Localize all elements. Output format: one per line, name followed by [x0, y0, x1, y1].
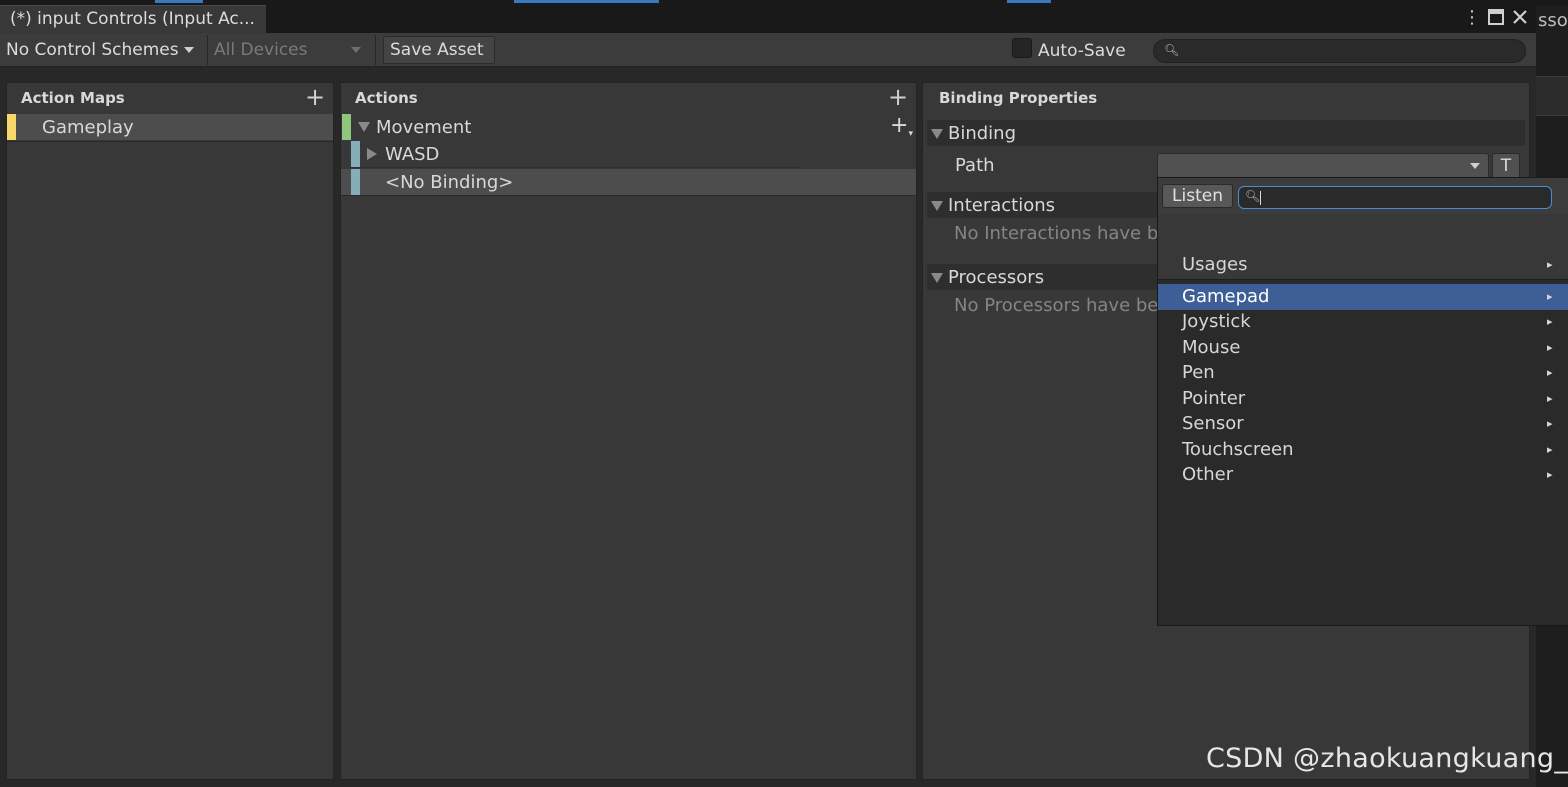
- action-maps-panel: Action Maps + Gameplay: [6, 82, 334, 780]
- row-divider: [351, 167, 801, 168]
- action-map-item-gameplay[interactable]: Gameplay: [7, 114, 333, 140]
- popup-item-label: Joystick: [1182, 311, 1251, 332]
- popup-item-label: Pointer: [1182, 388, 1246, 409]
- binding-label: WASD: [385, 144, 440, 165]
- chevron-down-icon: [1470, 163, 1480, 169]
- interactions-section-label: Interactions: [948, 195, 1056, 216]
- toolbar-divider: [375, 35, 376, 65]
- binding-item-no-binding[interactable]: <No Binding>: [341, 169, 916, 196]
- action-label: Movement: [376, 117, 472, 138]
- binding-properties-header: Binding Properties: [939, 89, 1098, 107]
- action-map-accent: [7, 114, 16, 140]
- binding-accent: [351, 141, 360, 167]
- text-mode-button[interactable]: T: [1492, 153, 1520, 179]
- row-divider: [341, 195, 916, 196]
- chevron-down-icon: [183, 47, 194, 53]
- search-icon: 🔍︎: [1164, 43, 1180, 57]
- processors-empty-text: No Processors have bee: [954, 295, 1170, 316]
- expand-arrow-icon: [931, 273, 943, 283]
- auto-save-label: Auto-Save: [1038, 41, 1126, 61]
- submenu-arrow-icon: ▸: [1547, 341, 1553, 354]
- popup-item-gamepad[interactable]: Gamepad ▸: [1158, 284, 1568, 310]
- watermark-text: CSDN @zhaokuangkuang_: [1206, 743, 1568, 774]
- popup-item-label: Usages: [1182, 254, 1248, 275]
- expand-arrow-icon: [931, 201, 943, 211]
- devices-dropdown[interactable]: All Devices: [214, 36, 369, 64]
- popup-item-label: Touchscreen: [1182, 439, 1294, 460]
- binding-label: <No Binding>: [385, 172, 514, 193]
- chevron-down-icon: [351, 47, 361, 53]
- binding-section-label: Binding: [948, 123, 1017, 144]
- submenu-arrow-icon: ▸: [1547, 417, 1553, 430]
- collapse-arrow-icon[interactable]: [367, 148, 377, 160]
- expand-arrow-icon[interactable]: [358, 122, 370, 132]
- submenu-arrow-icon: ▸: [1547, 315, 1553, 328]
- submenu-arrow-icon: ▸: [1547, 258, 1553, 271]
- asset-search-input[interactable]: 🔍︎: [1153, 39, 1526, 63]
- popup-item-pointer[interactable]: Pointer ▸: [1158, 386, 1568, 412]
- action-accent: [342, 114, 351, 140]
- control-path-popup: Listen 🔍︎ Usages ▸ Gamepad ▸ Joystick ▸ …: [1157, 177, 1568, 626]
- popup-search-input[interactable]: 🔍︎: [1238, 186, 1552, 209]
- popup-item-label: Mouse: [1182, 337, 1241, 358]
- kebab-menu-icon[interactable]: ⋮: [1463, 7, 1481, 29]
- path-dropdown[interactable]: [1157, 153, 1489, 179]
- submenu-arrow-icon: ▸: [1547, 392, 1553, 405]
- background-text-fragment: sso: [1538, 10, 1568, 31]
- add-action-map-button[interactable]: +: [305, 85, 325, 109]
- auto-save-checkbox[interactable]: [1012, 38, 1032, 58]
- close-icon[interactable]: [1511, 8, 1529, 32]
- processors-section-label: Processors: [948, 267, 1045, 288]
- popup-item-sensor[interactable]: Sensor ▸: [1158, 411, 1568, 437]
- popup-item-joystick[interactable]: Joystick ▸: [1158, 309, 1568, 335]
- chevron-down-icon: ▾: [908, 129, 913, 139]
- expand-arrow-icon: [931, 129, 943, 139]
- popup-item-pen[interactable]: Pen ▸: [1158, 360, 1568, 386]
- popup-item-other[interactable]: Other ▸: [1158, 462, 1568, 488]
- popup-item-usages[interactable]: Usages ▸: [1158, 252, 1568, 280]
- binding-accent: [351, 169, 360, 195]
- actions-header: Actions: [355, 89, 418, 107]
- maximize-icon[interactable]: [1487, 8, 1505, 32]
- text-cursor: [1260, 191, 1261, 205]
- action-map-label: Gameplay: [42, 117, 134, 138]
- background-panel-band: [1536, 76, 1568, 116]
- action-maps-header: Action Maps: [21, 89, 125, 107]
- submenu-arrow-icon: ▸: [1547, 290, 1553, 303]
- toolbar: No Control Schemes All Devices Save Asse…: [0, 33, 1536, 67]
- popup-item-label: Other: [1182, 464, 1234, 485]
- popup-item-label: Gamepad: [1182, 286, 1270, 307]
- add-action-button[interactable]: +: [888, 85, 908, 109]
- path-label: Path: [955, 155, 995, 176]
- window-titlebar: (*) input Controls (Input Ac... ⋮: [0, 3, 1536, 33]
- popup-item-label: Pen: [1182, 362, 1215, 383]
- toolbar-divider: [207, 35, 208, 65]
- popup-header: Listen 🔍︎: [1158, 178, 1568, 214]
- control-schemes-dropdown[interactable]: No Control Schemes: [6, 36, 194, 64]
- popup-item-touchscreen[interactable]: Touchscreen ▸: [1158, 437, 1568, 463]
- listen-button[interactable]: Listen: [1162, 184, 1233, 208]
- popup-item-label: Sensor: [1182, 413, 1244, 434]
- search-icon: 🔍︎: [1245, 189, 1261, 203]
- action-item-movement[interactable]: Movement +▾: [341, 113, 916, 140]
- control-schemes-label: No Control Schemes: [6, 40, 179, 60]
- binding-item-wasd[interactable]: WASD: [351, 141, 916, 168]
- submenu-arrow-icon: ▸: [1547, 468, 1553, 481]
- submenu-arrow-icon: ▸: [1547, 443, 1553, 456]
- row-divider: [7, 141, 333, 142]
- popup-item-mouse[interactable]: Mouse ▸: [1158, 335, 1568, 361]
- popup-breadcrumb-area: [1158, 214, 1568, 252]
- devices-label: All Devices: [214, 40, 308, 60]
- actions-panel: Actions + Movement +▾ WASD <No Binding>: [340, 82, 917, 780]
- submenu-arrow-icon: ▸: [1547, 366, 1553, 379]
- interactions-empty-text: No Interactions have be: [954, 223, 1170, 244]
- save-asset-button[interactable]: Save Asset: [383, 36, 495, 64]
- binding-section-header[interactable]: Binding: [927, 120, 1525, 146]
- window-tab[interactable]: (*) input Controls (Input Ac...: [0, 5, 266, 33]
